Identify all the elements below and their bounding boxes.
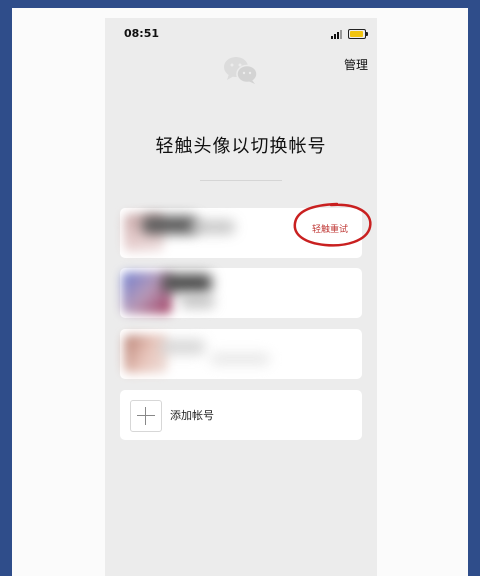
manage-button[interactable]: 管理 xyxy=(344,56,368,73)
status-time: 08:51 xyxy=(124,27,160,40)
phone-screen: 08:51 管理 轻触头像以切换帐号 添加帐号 轻触重试 xyxy=(105,18,377,576)
account-name-redacted xyxy=(210,353,270,365)
account-name-redacted xyxy=(162,274,212,292)
status-bar: 08:51 xyxy=(105,18,377,48)
battery-icon xyxy=(348,29,368,39)
account-name-redacted xyxy=(180,296,215,308)
add-account-button[interactable]: 添加帐号 xyxy=(120,390,362,440)
add-account-label: 添加帐号 xyxy=(170,409,214,422)
account-name-redacted xyxy=(160,339,205,355)
account-card-3[interactable] xyxy=(120,329,362,379)
annotation-circle xyxy=(293,202,372,247)
divider xyxy=(200,180,282,181)
account-card-2[interactable] xyxy=(120,268,362,318)
account-name-redacted xyxy=(142,216,197,234)
account-name-redacted xyxy=(190,220,235,234)
wechat-logo-icon xyxy=(224,57,258,84)
signal-icon xyxy=(331,30,344,39)
plus-icon xyxy=(130,400,162,432)
page-title: 轻触头像以切换帐号 xyxy=(155,136,327,157)
